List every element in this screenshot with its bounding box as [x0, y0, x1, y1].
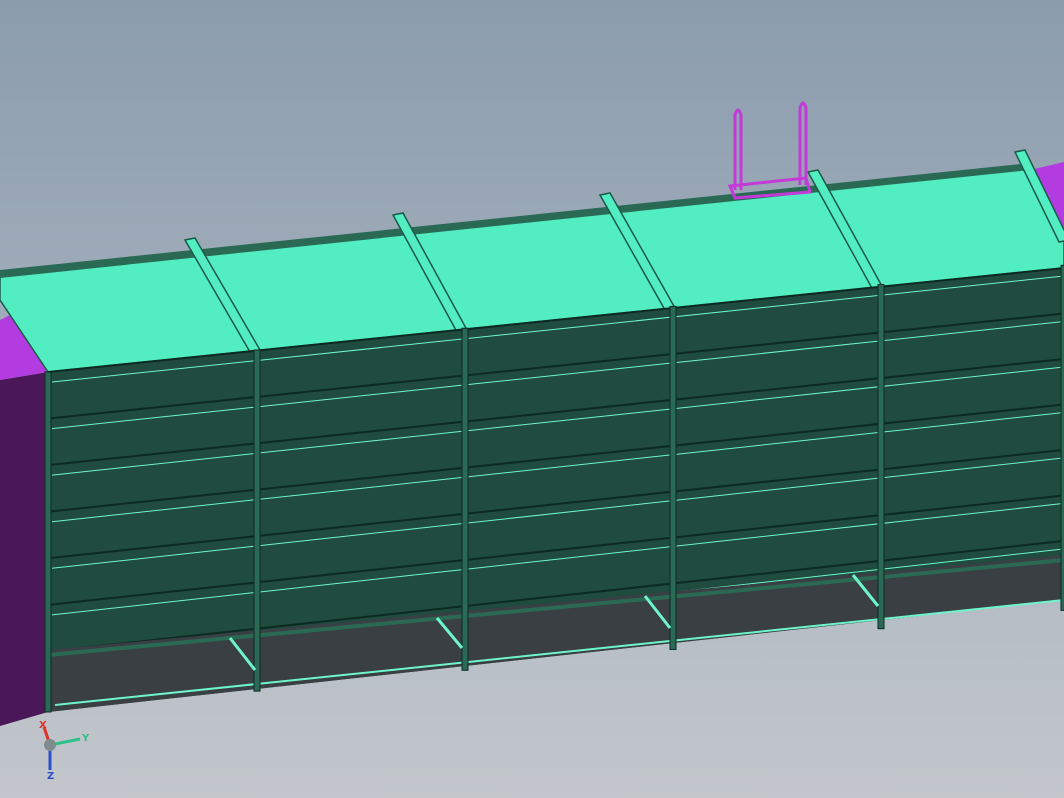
y-axis-label: Y	[81, 733, 90, 744]
shelving-rack-model[interactable]	[0, 0, 1064, 798]
vertical-column-5	[877, 284, 885, 630]
x-axis-label: X	[39, 720, 47, 731]
handle-right-post	[798, 101, 808, 185]
vertical-column-2	[253, 349, 261, 692]
vertical-column-4	[669, 305, 677, 650]
vertical-column-1	[44, 371, 52, 713]
z-axis-label: Z	[47, 771, 54, 782]
orientation-triad: Y X Z	[39, 720, 90, 782]
handle-left-post	[733, 108, 743, 190]
cad-viewport[interactable]: Y X Z	[0, 0, 1064, 798]
triad-origin	[44, 739, 56, 751]
left-side-panel	[0, 372, 48, 726]
vertical-column-3	[461, 327, 469, 671]
